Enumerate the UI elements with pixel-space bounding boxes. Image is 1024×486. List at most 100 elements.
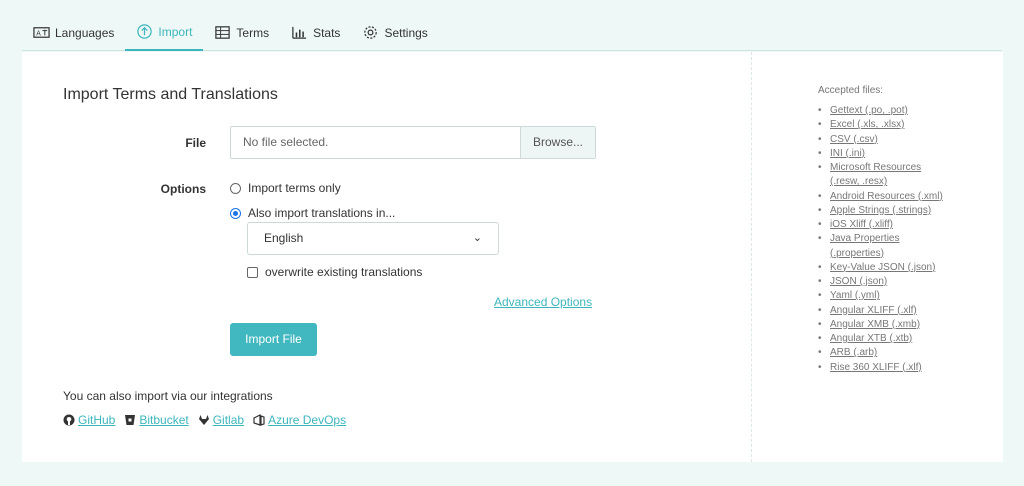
accepted-file-link[interactable]: Microsoft Resources — [830, 161, 921, 175]
accepted-file-item: • ARB (.arb) — [818, 346, 943, 360]
accepted-file-link[interactable]: Excel (.xls, .xlsx) — [830, 118, 904, 132]
accepted-file-item: • Android Resources (.xml) — [818, 190, 943, 204]
accepted-file-link[interactable]: Angular XLIFF (.xlf) — [830, 304, 917, 318]
gear-icon — [364, 26, 378, 39]
list-bullet: • — [818, 276, 822, 287]
accepted-file-item: • Java Properties — [818, 232, 943, 246]
page-title: Import Terms and Translations — [63, 86, 278, 103]
list-bullet: • — [818, 347, 822, 359]
options-label: Options — [160, 182, 206, 196]
gitlab-link[interactable]: Gitlab — [198, 413, 244, 427]
language-select[interactable]: English ⌄ — [247, 222, 499, 255]
accepted-file-item: • Angular XTB (.xtb) — [818, 332, 943, 346]
list-bullet: • — [818, 119, 822, 131]
browse-button[interactable]: Browse... — [520, 127, 595, 158]
tab-terms[interactable]: Terms — [203, 14, 280, 51]
list-bullet: • — [818, 361, 822, 373]
tab-bar: A Languages Import Terms Stats Settings — [22, 14, 1002, 51]
advanced-options-link[interactable]: Advanced Options — [494, 295, 592, 309]
radio-import-terms-only[interactable]: Import terms only — [230, 181, 341, 195]
radio-terms-only-indicator[interactable] — [230, 182, 241, 194]
tab-import[interactable]: Import — [125, 14, 204, 51]
accepted-file-item: • Excel (.xls, .xlsx) — [818, 118, 943, 132]
accepted-file-item: • Angular XMB (.xmb) — [818, 318, 943, 332]
list-bullet — [818, 175, 830, 189]
list-bullet: • — [818, 333, 822, 344]
bitbucket-icon — [125, 415, 136, 425]
accepted-file-item: • Rise 360 XLIFF (.xlf) — [818, 361, 943, 375]
file-input-value: No file selected. — [243, 135, 329, 149]
file-input[interactable]: No file selected. Browse... — [230, 126, 596, 159]
list-bullet: • — [818, 261, 822, 273]
accepted-file-item: (.properties) — [818, 247, 943, 261]
list-bullet: • — [818, 162, 822, 173]
upload-icon — [137, 24, 153, 39]
radio-also-translations-label: Also import translations in... — [248, 206, 396, 220]
list-bullet: • — [818, 318, 822, 330]
tab-stats[interactable]: Stats — [280, 14, 351, 51]
list-bullet: • — [818, 290, 822, 302]
github-link[interactable]: GitHub — [63, 413, 115, 427]
accepted-file-link[interactable]: Key-Value JSON (.json) — [830, 261, 935, 275]
accepted-file-link[interactable]: Apple Strings (.strings) — [830, 204, 931, 218]
list-bullet: • — [818, 304, 822, 316]
accepted-file-item: • JSON (.json) — [818, 275, 943, 289]
integrations-links: GitHub Bitbucket Gitlab Azure DevOps — [63, 413, 346, 427]
accepted-file-item: • Apple Strings (.strings) — [818, 204, 943, 218]
gitlab-link-label: Gitlab — [212, 413, 245, 427]
azure-devops-link-label: Azure DevOps — [268, 413, 347, 427]
integrations-text: You can also import via our integrations — [63, 389, 273, 403]
tab-stats-label: Stats — [313, 25, 341, 40]
accepted-file-link[interactable]: Angular XMB (.xmb) — [830, 318, 920, 332]
accepted-file-link[interactable]: CSV (.csv) — [830, 133, 878, 147]
overwrite-checkbox-box[interactable] — [247, 266, 258, 278]
list-bullet — [818, 247, 830, 261]
accepted-file-item: • INI (.ini) — [818, 147, 943, 161]
bitbucket-link[interactable]: Bitbucket — [124, 413, 189, 427]
tab-languages[interactable]: A Languages — [22, 14, 125, 51]
tab-import-label: Import — [158, 24, 193, 39]
list-bullet: • — [818, 105, 822, 116]
accepted-file-link[interactable]: INI (.ini) — [830, 147, 865, 161]
radio-also-import-translations[interactable]: Also import translations in... — [230, 206, 395, 220]
overwrite-checkbox[interactable]: overwrite existing translations — [247, 265, 422, 279]
bar-chart-icon — [292, 26, 307, 39]
list-bullet: • — [818, 147, 822, 159]
svg-text:A: A — [36, 29, 41, 37]
file-label: File — [185, 136, 206, 150]
accepted-file-link[interactable]: Rise 360 XLIFF (.xlf) — [830, 361, 922, 375]
accepted-file-link[interactable]: (.properties) — [830, 247, 884, 261]
language-select-value: English — [264, 231, 304, 245]
accepted-file-link[interactable]: Gettext (.po, .pot) — [830, 104, 908, 118]
accepted-file-link[interactable]: Angular XTB (.xtb) — [830, 332, 912, 346]
accepted-file-link[interactable]: iOS Xliff (.xliff) — [830, 218, 893, 232]
tab-settings[interactable]: Settings — [351, 14, 438, 51]
accepted-file-item: • Gettext (.po, .pot) — [818, 104, 943, 118]
panel-divider — [751, 52, 752, 462]
accepted-file-link[interactable]: JSON (.json) — [830, 275, 887, 289]
accepted-file-link[interactable]: ARB (.arb) — [830, 346, 877, 360]
azure-devops-link[interactable]: Azure DevOps — [253, 413, 346, 427]
accepted-file-link[interactable]: Java Properties — [830, 232, 899, 246]
github-link-label: GitHub — [78, 413, 116, 427]
import-file-button[interactable]: Import File — [230, 323, 317, 356]
accepted-file-item: • iOS Xliff (.xliff) — [818, 218, 943, 232]
accepted-file-item: • CSV (.csv) — [818, 133, 943, 147]
import-panel: Import Terms and Translations File No fi… — [22, 52, 1003, 462]
accepted-file-item: (.resw, .resx) — [818, 175, 943, 189]
accepted-file-link[interactable]: Android Resources (.xml) — [830, 190, 943, 204]
bitbucket-link-label: Bitbucket — [139, 413, 189, 427]
languages-icon: A — [33, 27, 50, 38]
accepted-files-list: • Gettext (.po, .pot) • Excel (.xls, .xlsx)… — [818, 104, 943, 375]
accepted-file-item: • Yaml (.yml) — [818, 289, 943, 303]
accepted-file-link[interactable]: Yaml (.yml) — [830, 289, 880, 303]
chevron-down-icon: ⌄ — [472, 232, 482, 244]
radio-terms-only-label: Import terms only — [248, 181, 341, 195]
list-bullet: • — [818, 204, 822, 216]
accepted-file-item: • Microsoft Resources — [818, 161, 943, 175]
azure-devops-icon — [253, 414, 265, 426]
radio-also-translations-indicator[interactable] — [230, 207, 241, 219]
list-bullet: • — [818, 133, 822, 145]
accepted-file-link[interactable]: (.resw, .resx) — [830, 175, 887, 189]
github-icon — [63, 414, 75, 426]
